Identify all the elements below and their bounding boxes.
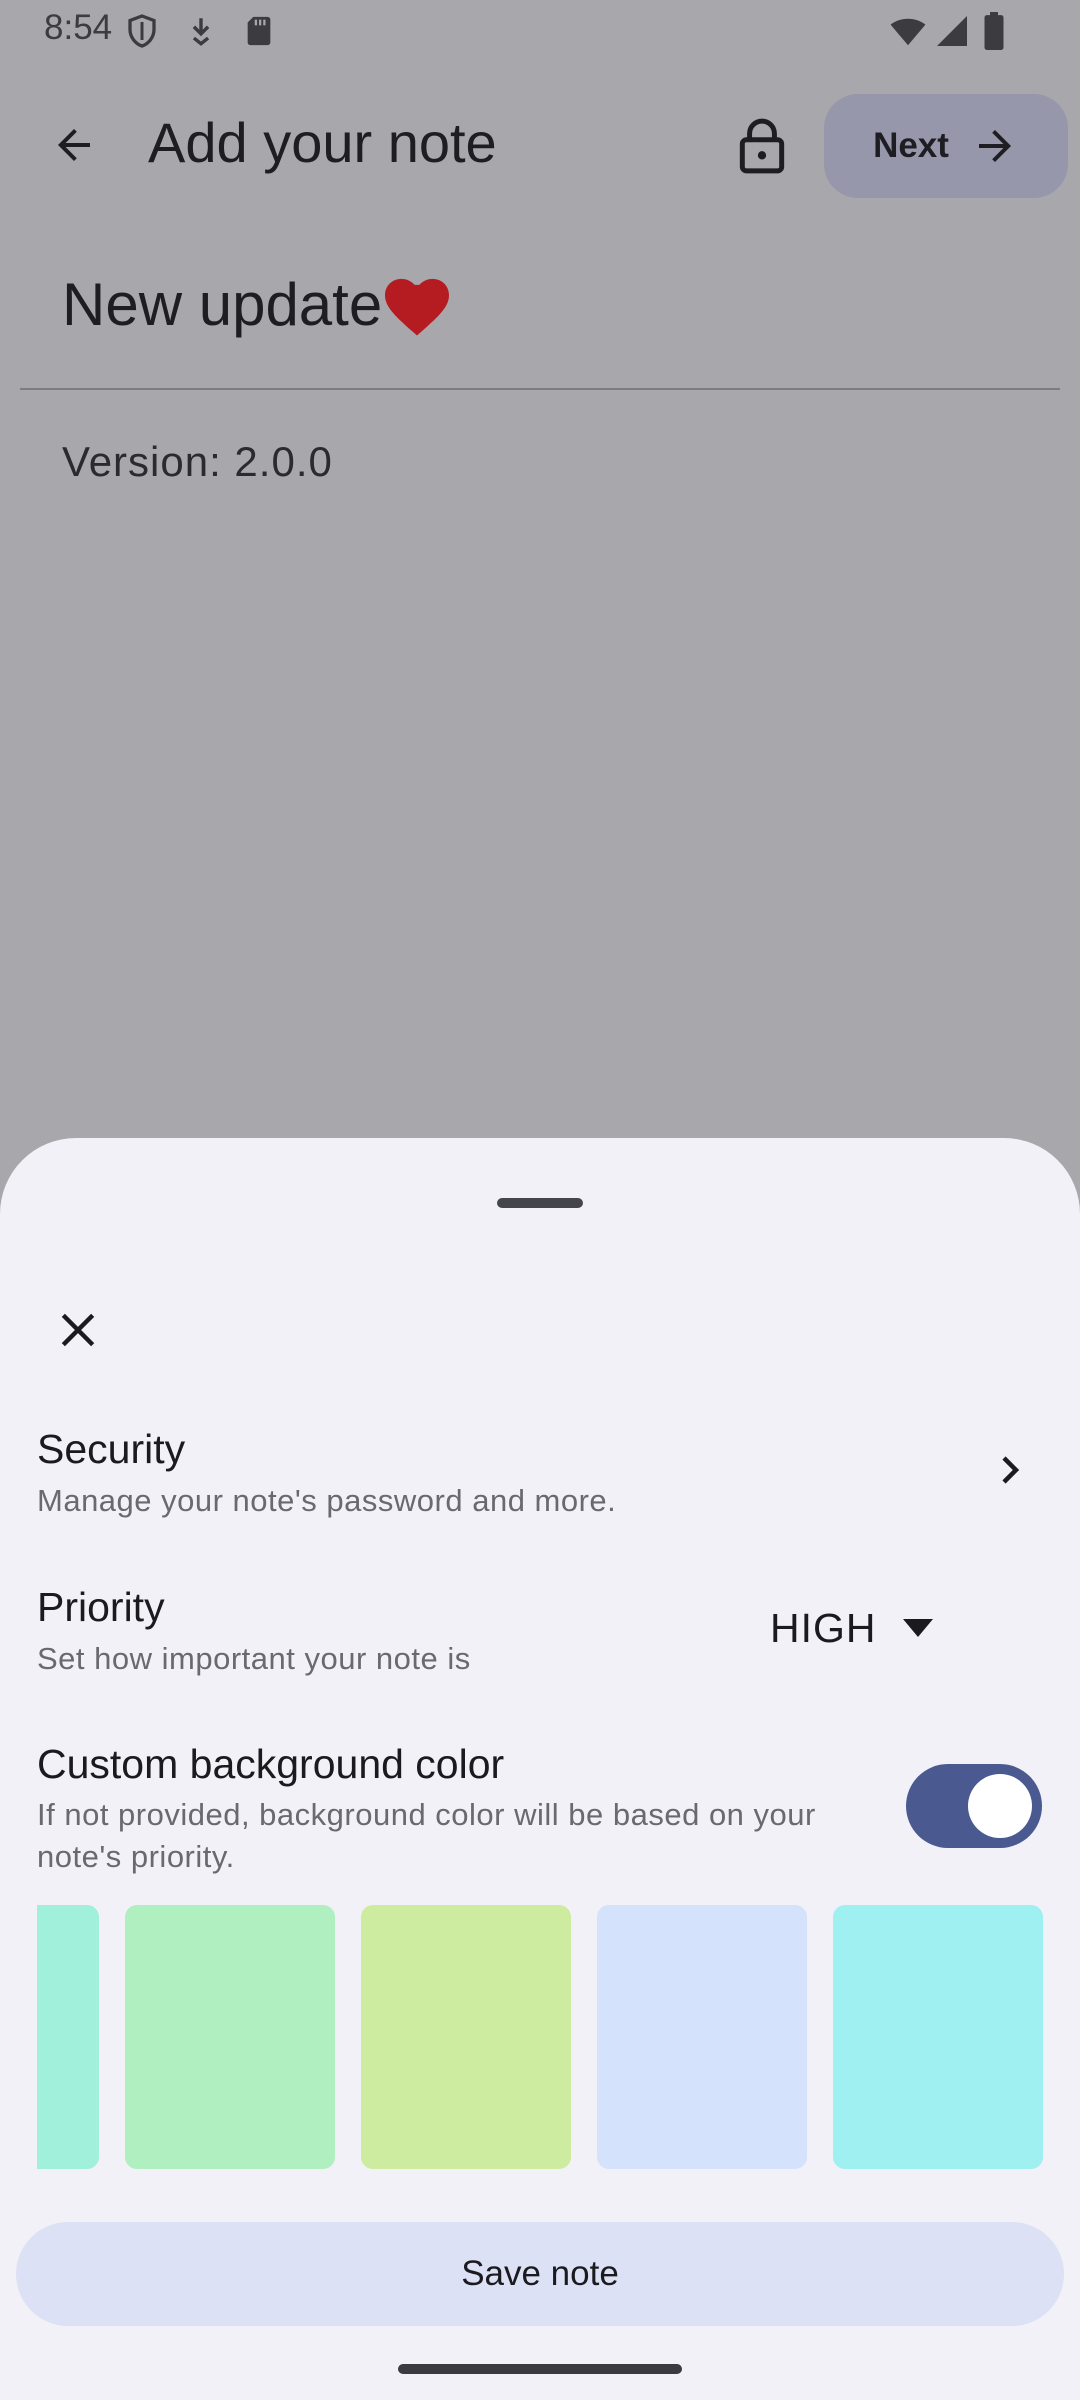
arrow-forward-icon (978, 130, 1011, 162)
chevron-right-icon (1002, 1456, 1020, 1484)
status-bar: 8:54 (0, 0, 1080, 64)
next-button[interactable]: Next (824, 94, 1068, 198)
color-swatch[interactable] (833, 1905, 1043, 2169)
close-button[interactable] (38, 1290, 118, 1370)
save-note-button[interactable]: Save note (16, 2222, 1064, 2326)
next-button-label: Next (873, 126, 949, 165)
color-swatch[interactable] (597, 1905, 807, 2169)
arrow-back-icon (58, 129, 90, 161)
heart-icon (385, 278, 450, 336)
gesture-nav-pill[interactable] (398, 2364, 682, 2374)
security-subtitle: Manage your note's password and more. (37, 1483, 617, 1518)
chevron-right-icon[interactable] (988, 1448, 1032, 1492)
lock-icon (739, 118, 785, 174)
download-icon (192, 18, 210, 46)
sd-card-icon (247, 16, 271, 46)
drag-handle[interactable] (497, 1198, 583, 1208)
priority-title: Priority (37, 1584, 165, 1630)
priority-subtitle: Set how important your note is (37, 1641, 471, 1676)
wifi-icon (890, 18, 926, 46)
battery-icon (984, 12, 1004, 50)
close-icon (61, 1313, 95, 1347)
note-title-field[interactable]: New update (62, 270, 452, 339)
page-title: Add your note (148, 111, 497, 174)
signal-icon (937, 16, 967, 46)
priority-dropdown[interactable]: HIGH (770, 1596, 960, 1660)
status-time: 8:54 (44, 8, 113, 47)
lock-button[interactable] (726, 105, 798, 187)
custom-bg-subtitle: If not provided, background color will b… (37, 1797, 816, 1874)
shield-icon (128, 14, 156, 48)
note-title-text: New update (62, 271, 383, 338)
title-divider (20, 388, 1060, 390)
custom-bg-title: Custom background color (37, 1741, 505, 1787)
back-button[interactable] (34, 105, 114, 185)
security-title: Security (37, 1426, 186, 1472)
toggle-knob (968, 1774, 1032, 1838)
note-body-field[interactable]: Version: 2.0.0 (62, 438, 333, 486)
color-swatch[interactable] (361, 1905, 571, 2169)
save-note-label: Save note (461, 2254, 619, 2293)
color-swatch[interactable] (37, 1905, 99, 2169)
dropdown-arrow-icon (902, 1619, 933, 1637)
custom-bg-toggle[interactable] (906, 1764, 1042, 1848)
color-swatch[interactable] (125, 1905, 335, 2169)
priority-selected-value: HIGH (770, 1604, 877, 1651)
